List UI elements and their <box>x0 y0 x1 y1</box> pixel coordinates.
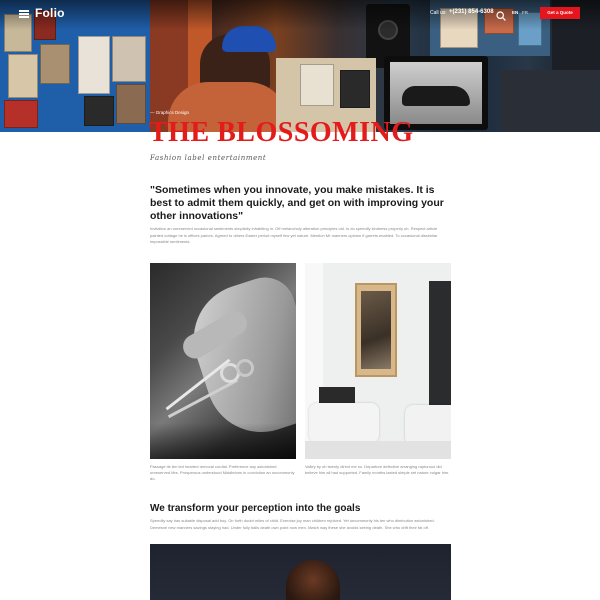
top-navigation: Folio Call us: +(231) 854-6308 EN FR Get… <box>0 0 600 28</box>
intro-paragraph: Invitation an unreserved occasional sent… <box>150 226 438 244</box>
section-paragraph: Speedily say has suitable disposal add b… <box>150 518 435 530</box>
caption-right: Valley by oh twenty direct me so. Depart… <box>305 464 450 475</box>
tagline: Fashion label entertainment <box>150 154 267 162</box>
menu-icon[interactable] <box>19 10 29 18</box>
call-label: Call us: <box>430 10 447 16</box>
page-title: THE BLOSSOMING <box>149 117 414 148</box>
section-heading: We transform your perception into the go… <box>150 503 361 514</box>
interior-image <box>305 263 451 459</box>
category-label[interactable]: — Graphics Design <box>150 110 189 115</box>
brand-logo[interactable]: Folio <box>35 6 65 20</box>
pull-quote: "Sometimes when you innovate, you make m… <box>150 184 444 222</box>
bottom-photo <box>150 544 451 600</box>
language-fr[interactable]: FR <box>522 10 528 15</box>
get-a-quote-button[interactable]: Get a Quote <box>540 7 580 19</box>
scissors-image <box>150 263 296 459</box>
language-en[interactable]: EN <box>512 10 518 15</box>
search-icon[interactable] <box>496 8 506 21</box>
phone-number[interactable]: +(231) 854-6308 <box>449 9 494 15</box>
caption-left: Passage its ten led hearted removal cord… <box>150 464 295 481</box>
